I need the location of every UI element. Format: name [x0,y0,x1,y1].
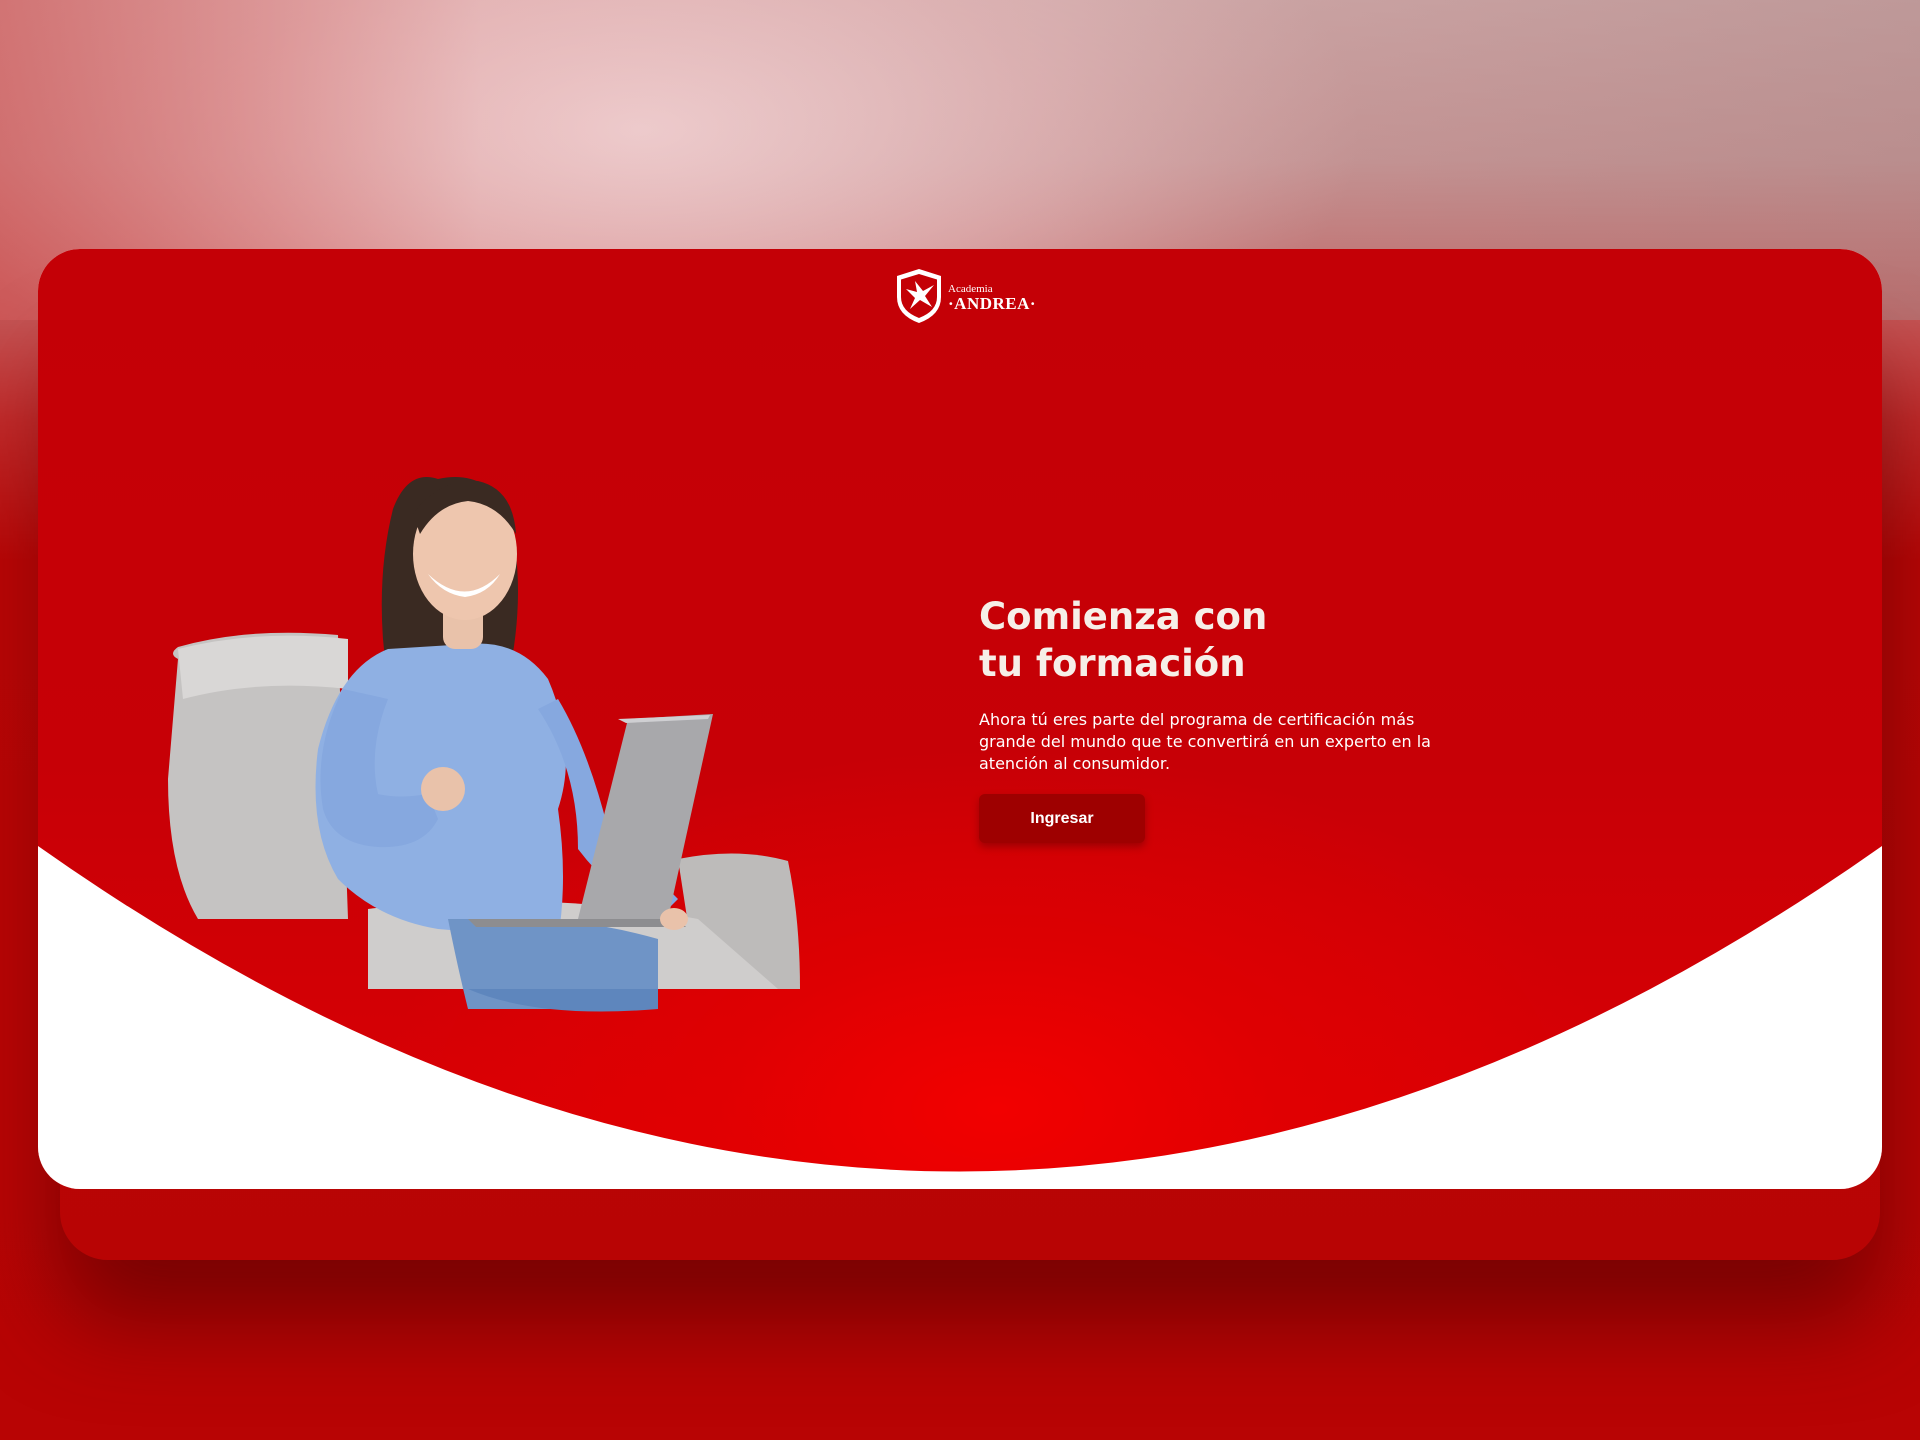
woman-with-laptop-illustration [168,477,800,1012]
ingresar-button[interactable]: Ingresar [979,794,1145,843]
hero-content: Comienza con tu formación Ahora tú eres … [979,593,1499,843]
shield-star-icon [897,269,941,323]
hero-headline: Comienza con tu formación [979,595,1268,685]
hero-description: Ahora tú eres parte del programa de cert… [979,710,1431,773]
academia-andrea-logo[interactable]: Academia ·ANDREA· [894,267,1036,325]
landing-card: Academia ·ANDREA· Comienza con tu formac… [38,249,1882,1189]
logo-label-bottom: ·ANDREA· [948,294,1037,313]
